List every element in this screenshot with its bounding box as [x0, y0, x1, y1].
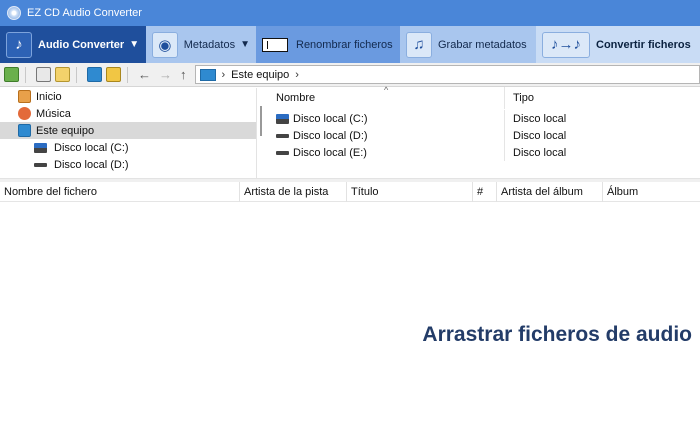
cd-metadata-icon: ◉ [152, 31, 178, 58]
column-header-titulo[interactable]: Título [347, 181, 473, 202]
audio-converter-label: Audio Converter [38, 38, 125, 51]
computer-icon [199, 68, 216, 81]
drive-icon [276, 150, 289, 155]
tree-item-label: Disco local (C:) [54, 141, 129, 154]
file-list-row[interactable]: Disco local (C:) Disco local [268, 110, 700, 127]
tree-item-label: Música [36, 107, 71, 120]
drop-zone[interactable]: Arrastrar ficheros de audio [0, 203, 700, 426]
up-arrow-icon[interactable]: ↑ [180, 67, 187, 82]
column-header-artista-album[interactable]: Artista del álbum [497, 181, 603, 202]
tree-item-label: Disco local (D:) [54, 158, 129, 171]
column-header-label: Nombre del fichero [4, 185, 97, 198]
navigation-toolbar: ← → ↑ › Este equipo › [0, 63, 700, 87]
home-icon [18, 90, 31, 103]
dropdown-caret-icon: ▼ [129, 39, 140, 50]
tree-item-musica[interactable]: Música [0, 105, 256, 122]
column-header-nombre-fichero[interactable]: Nombre del fichero [0, 181, 240, 202]
back-arrow-icon[interactable]: ← [138, 67, 151, 82]
address-bar[interactable]: › Este equipo › [194, 65, 700, 84]
music-icon [18, 107, 31, 120]
splitter-grip[interactable] [260, 106, 262, 136]
toolbar-divider [127, 66, 128, 83]
add-file-icon[interactable] [36, 67, 51, 82]
save-metadata-label: Grabar metadatos [438, 38, 527, 51]
pane-splitter[interactable] [256, 88, 268, 178]
column-header-artista-pista[interactable]: Artista de la pista [240, 181, 347, 202]
convert-arrow-icon: ♪→♪ [542, 31, 590, 58]
computer-icon[interactable] [87, 67, 102, 82]
save-metadata-button[interactable]: ♫ Grabar metadatos [400, 26, 536, 63]
toolbar-divider [76, 66, 77, 83]
row-name: Disco local (D:) [293, 129, 368, 142]
add-folder-icon[interactable] [55, 67, 70, 82]
window-title: EZ CD Audio Converter [27, 7, 142, 19]
row-type: Disco local [513, 146, 567, 159]
tree-item-label: Este equipo [36, 124, 95, 137]
column-header-album[interactable]: Álbum [603, 182, 700, 202]
metadatos-label: Metadatos [183, 38, 236, 51]
audio-converter-menu-button[interactable]: ♪ Audio Converter ▼ [0, 26, 146, 63]
save-tag-icon: ♫ [406, 31, 432, 58]
rename-files-label: Renombrar ficheros [296, 38, 393, 51]
folder-tree: Inicio Música Este equipo Disco local (C… [0, 88, 256, 178]
address-location[interactable]: Este equipo [231, 69, 289, 81]
column-header-label: Tipo [513, 92, 534, 104]
file-list-row[interactable]: Disco local (E:) Disco local [268, 144, 700, 161]
ribbon-toolbar: ♪ Audio Converter ▼ ◉ Metadatos ▼ Renomb… [0, 26, 700, 63]
toolbar-divider [25, 66, 26, 83]
system-drive-icon [276, 113, 289, 124]
file-list-header: ^ Nombre Tipo [268, 85, 700, 110]
drop-zone-text: Arrastrar ficheros de audio [422, 323, 692, 346]
dropdown-caret-icon: ▼ [240, 39, 250, 50]
drive-icon [276, 133, 289, 138]
tree-item-inicio[interactable]: Inicio [0, 88, 256, 105]
row-type: Disco local [513, 129, 567, 142]
cd-app-icon [7, 6, 21, 20]
system-drive-icon [34, 142, 47, 153]
tree-item-label: Inicio [36, 90, 62, 103]
breadcrumb-chevron-icon[interactable]: › [295, 69, 299, 81]
sort-arrow-icon: ^ [384, 85, 389, 95]
metadatos-menu-button[interactable]: ◉ Metadatos ▼ [146, 26, 256, 63]
music-folder-icon[interactable] [106, 67, 121, 82]
forward-arrow-icon[interactable]: → [159, 67, 172, 82]
column-header-label: Título [351, 185, 379, 198]
column-header-tipo[interactable]: Tipo [505, 87, 700, 109]
rename-files-button[interactable]: Renombrar ficheros [256, 26, 400, 63]
title-bar: EZ CD Audio Converter [0, 0, 700, 26]
column-header-label: # [477, 185, 484, 198]
row-name: Disco local (C:) [293, 112, 368, 125]
convert-files-button[interactable]: ♪→♪ Convertir ficheros [536, 26, 700, 63]
music-note-icon: ♪ [6, 31, 32, 58]
tree-item-disco-c[interactable]: Disco local (C:) [0, 139, 256, 156]
rename-field-icon [262, 37, 288, 52]
home-folder-icon[interactable] [4, 67, 19, 82]
column-header-label: Nombre [276, 92, 316, 104]
tree-item-este-equipo[interactable]: Este equipo [0, 122, 256, 139]
column-header-label: Artista del álbum [501, 185, 583, 198]
column-header-numero[interactable]: # [473, 181, 497, 202]
row-name: Disco local (E:) [293, 146, 367, 159]
file-list-row[interactable]: Disco local (D:) Disco local [268, 127, 700, 144]
column-header-label: Álbum [607, 185, 639, 198]
column-header-nombre[interactable]: ^ Nombre [268, 85, 505, 109]
row-type: Disco local [513, 112, 567, 125]
breadcrumb-chevron-icon: › [221, 68, 226, 81]
track-list-header: Nombre del fichero Artista de la pista T… [0, 181, 700, 202]
drive-icon [34, 162, 47, 167]
tree-item-disco-d[interactable]: Disco local (D:) [0, 156, 256, 173]
file-list: ^ Nombre Tipo Disco local (C:) Disco loc… [268, 85, 700, 178]
computer-icon [18, 124, 31, 137]
convert-files-label: Convertir ficheros [596, 38, 691, 51]
column-header-label: Artista de la pista [244, 185, 329, 198]
